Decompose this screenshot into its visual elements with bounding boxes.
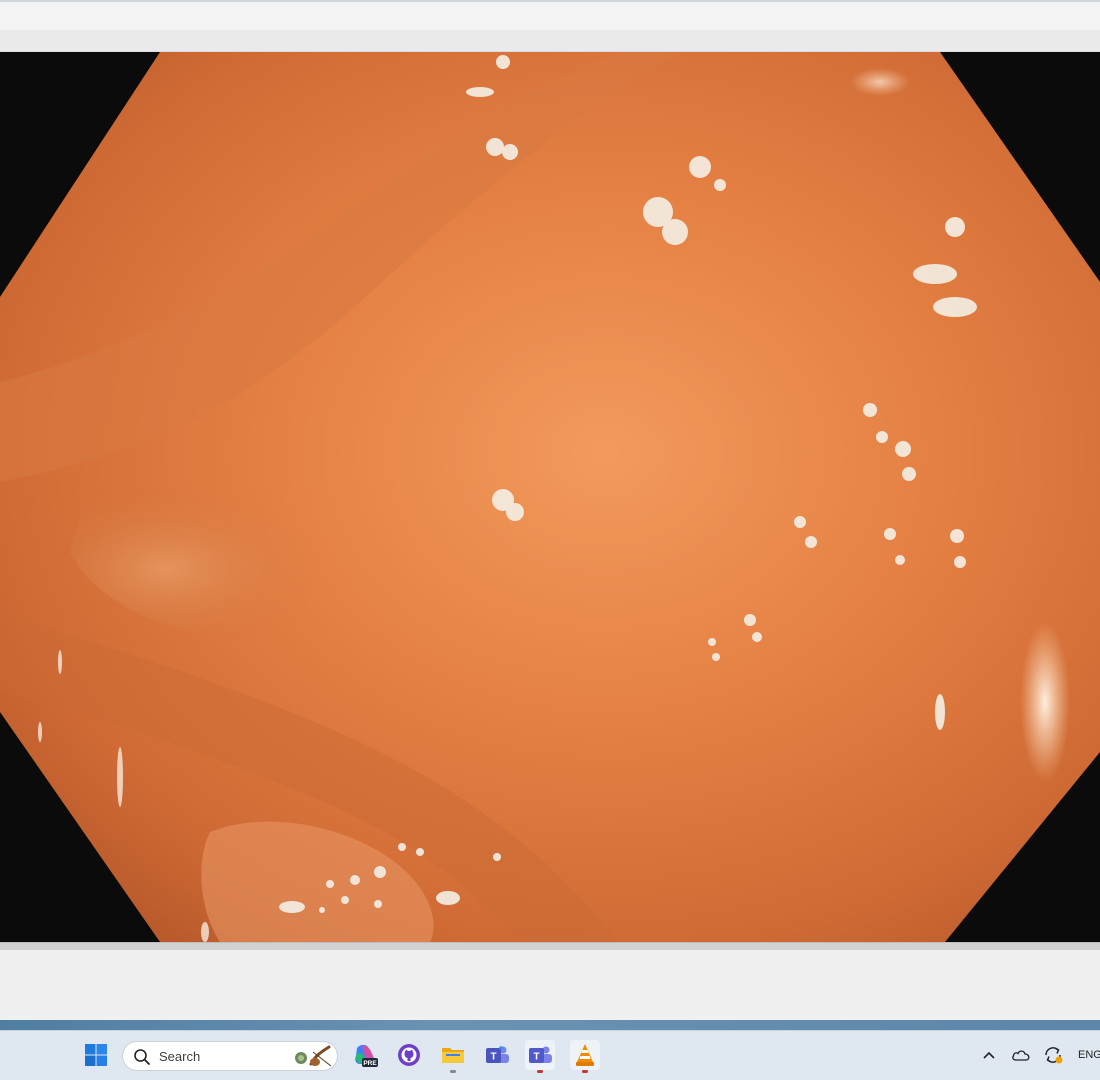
sync-icon: [1045, 1047, 1063, 1064]
desktop-wallpaper-strip: [0, 1020, 1100, 1030]
window-title-bar[interactable]: [0, 0, 1100, 30]
svg-text:T: T: [533, 1052, 539, 1063]
running-indicator: [450, 1070, 456, 1073]
svg-text:T: T: [490, 1052, 496, 1063]
search-placeholder: Search: [159, 1049, 201, 1064]
taskbar-app-copilot[interactable]: PRE: [350, 1040, 380, 1070]
onedrive-button[interactable]: [1008, 1040, 1034, 1070]
taskbar-app-file-explorer[interactable]: [438, 1040, 468, 1073]
input-language-indicator[interactable]: ENG: [1078, 1049, 1100, 1061]
light-glare: [1020, 622, 1070, 782]
windows-start-icon: [85, 1044, 107, 1066]
taskbar: Search PRE T T ENG: [0, 1030, 1100, 1080]
taskbar-app-vlc[interactable]: [570, 1040, 600, 1073]
github-icon: [398, 1044, 420, 1066]
show-hidden-icons-button[interactable]: [978, 1040, 1000, 1070]
endoscopy-video-frame: [0, 52, 1100, 942]
sync-status-button[interactable]: [1040, 1040, 1066, 1070]
taskbar-app-github[interactable]: [394, 1040, 424, 1070]
video-viewport[interactable]: [0, 52, 1100, 942]
taskbar-app-teams-classic[interactable]: T: [482, 1040, 512, 1070]
screen: Search PRE T T ENG: [0, 0, 1100, 1080]
chevron-up-icon: [983, 1051, 995, 1059]
search-icon: [134, 1049, 150, 1065]
taskbar-search-box[interactable]: Search: [122, 1041, 338, 1071]
running-indicator: [582, 1070, 588, 1073]
teams-icon: T: [529, 1046, 552, 1063]
running-indicator: [537, 1070, 543, 1073]
teams-classic-icon: T: [486, 1046, 509, 1063]
windows-start-button[interactable]: [81, 1040, 111, 1070]
svg-text:PRE: PRE: [363, 1060, 377, 1067]
window-toolbar: [0, 30, 1100, 52]
file-explorer-icon: [442, 1048, 464, 1063]
taskbar-app-teams[interactable]: T: [525, 1040, 555, 1073]
vlc-icon: [576, 1044, 594, 1066]
copilot-pre-icon: PRE: [355, 1044, 378, 1067]
light-glare: [850, 68, 910, 96]
onedrive-cloud-icon: [1012, 1050, 1030, 1061]
search-highlight-violin-icon: [295, 1045, 332, 1067]
video-bottom-border: [0, 942, 1100, 950]
player-controls-area[interactable]: [0, 950, 1100, 1020]
